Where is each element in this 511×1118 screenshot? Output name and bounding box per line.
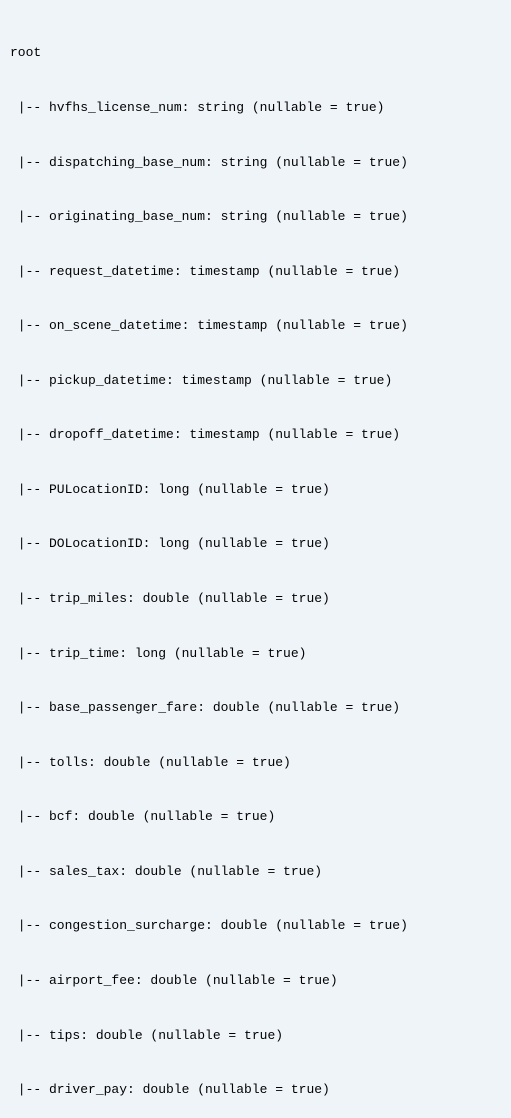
schema-field: |-- airport_fee: double (nullable = true…	[10, 972, 501, 990]
schema-field: |-- PULocationID: long (nullable = true)	[10, 481, 501, 499]
schema-field: |-- tips: double (nullable = true)	[10, 1027, 501, 1045]
schema-field: |-- tolls: double (nullable = true)	[10, 754, 501, 772]
schema-field: |-- driver_pay: double (nullable = true)	[10, 1081, 501, 1099]
schema-field: |-- dispatching_base_num: string (nullab…	[10, 154, 501, 172]
schema-field: |-- sales_tax: double (nullable = true)	[10, 863, 501, 881]
schema-field: |-- congestion_surcharge: double (nullab…	[10, 917, 501, 935]
schema-field: |-- pickup_datetime: timestamp (nullable…	[10, 372, 501, 390]
schema-field: |-- bcf: double (nullable = true)	[10, 808, 501, 826]
schema-field: |-- dropoff_datetime: timestamp (nullabl…	[10, 426, 501, 444]
schema-field: |-- base_passenger_fare: double (nullabl…	[10, 699, 501, 717]
schema-field: |-- trip_time: long (nullable = true)	[10, 645, 501, 663]
schema-field: |-- trip_miles: double (nullable = true)	[10, 590, 501, 608]
schema-field: |-- on_scene_datetime: timestamp (nullab…	[10, 317, 501, 335]
schema-field: |-- originating_base_num: string (nullab…	[10, 208, 501, 226]
schema-field: |-- request_datetime: timestamp (nullabl…	[10, 263, 501, 281]
schema-field: |-- DOLocationID: long (nullable = true)	[10, 535, 501, 553]
schema-root-0: root	[10, 44, 501, 62]
output-cell: root |-- hvfhs_license_num: string (null…	[0, 0, 511, 1118]
schema-field: |-- hvfhs_license_num: string (nullable …	[10, 99, 501, 117]
